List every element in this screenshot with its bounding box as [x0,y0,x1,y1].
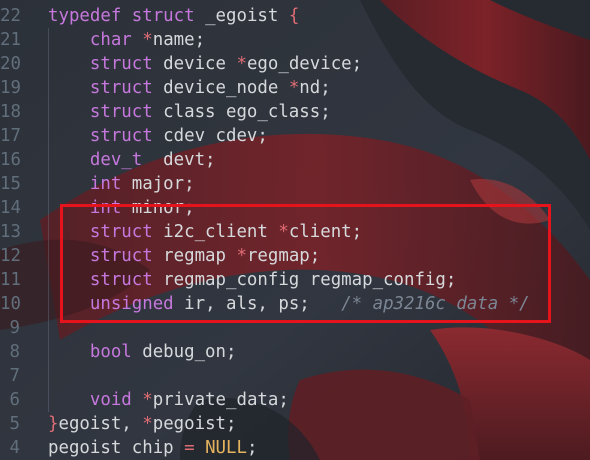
code-token: ; [246,438,258,458]
code-token: struct [48,126,164,146]
code-token: struct [48,78,164,98]
code-line[interactable]: 16 dev_t devt; [0,148,590,172]
code-token: name; [152,30,206,50]
code-text: struct device *ego_device; [48,52,362,76]
line-number: 4 [9,438,20,458]
code-line[interactable]: 21 char *name; [0,28,590,52]
line-number: 8 [9,342,20,362]
line-number: 7 [9,366,20,386]
code-token: struct [48,102,164,122]
code-token: typedef [48,6,132,26]
code-token: device [163,54,237,74]
code-token: } [48,414,59,434]
code-token: pegoist; [152,414,237,434]
code-token: pegoist chip [48,438,185,458]
line-number: 19 [0,78,21,98]
code-text: struct cdev cdev; [48,124,268,148]
code-line[interactable]: 6 void *private_data; [0,388,590,412]
code-text: struct class ego_class; [48,100,331,124]
line-number: 22 [0,6,21,26]
line-number: 9 [9,318,20,338]
indent-guide [48,364,49,388]
code-text: bool debug_on; [48,340,237,364]
code-token: * [236,54,247,74]
code-line[interactable]: 15 int major; [0,172,590,196]
code-token: major; [131,174,195,194]
code-token: ego_device; [246,54,363,74]
code-text: typedef struct _egoist { [48,4,299,28]
code-token: devt; [152,150,216,170]
code-token: class ego_class; [163,102,331,122]
line-number: 14 [0,198,21,218]
code-text: char *name; [48,28,205,52]
code-token: struct [131,6,206,26]
code-line[interactable]: 19 struct device_node *nd; [0,76,590,100]
code-token: struct [48,54,164,74]
code-token: egoist, [58,414,143,434]
code-token: debug_on; [142,342,237,362]
code-token: bool [48,342,143,362]
code-line[interactable]: 7 [0,364,590,388]
line-number: 13 [0,222,21,242]
code-token: = [184,438,206,458]
code-token: device_node [163,78,289,98]
line-number: 15 [0,174,21,194]
line-number: 17 [0,126,21,146]
code-token: private_data; [152,390,289,410]
line-number: 16 [0,150,21,170]
line-number: 11 [0,270,21,290]
code-text: struct device_node *nd; [48,76,331,100]
code-token: nd; [299,78,331,98]
code-line[interactable]: 5}egoist, *pegoist; [0,412,590,436]
code-line[interactable]: 22 typedef struct _egoist { [0,4,590,28]
code-token: { [288,6,300,26]
code-token: * [142,390,153,410]
code-token: * [288,78,300,98]
code-token: * [142,414,153,434]
code-text: }egoist, *pegoist; [48,412,237,436]
code-line[interactable]: 20 struct device *ego_device; [0,52,590,76]
code-token: cdev cdev; [163,126,268,146]
code-line[interactable]: 18 struct class ego_class; [0,100,590,124]
line-number: 18 [0,102,21,122]
code-line[interactable]: 17 struct cdev cdev; [0,124,590,148]
code-text: void *private_data; [48,388,289,412]
line-number: 5 [9,414,20,434]
code-token: _egoist [205,6,289,26]
code-token: * [142,30,153,50]
line-number: 21 [0,30,21,50]
code-line[interactable]: 8 bool debug_on; [0,340,590,364]
highlight-annotation-box [60,204,551,323]
code-text: pegoist chip = NULL; [48,436,257,460]
line-number: 10 [0,294,21,314]
code-text: dev_t devt; [48,148,216,172]
code-token: dev_t [48,150,153,170]
code-token: int [48,174,132,194]
indent-guide [48,316,49,340]
code-token: char [48,30,143,50]
code-line[interactable]: 4 pegoist chip = NULL; [0,436,590,460]
line-number: 6 [9,390,20,410]
code-text: int major; [48,172,195,196]
line-number: 20 [0,54,21,74]
line-number: 12 [0,246,21,266]
code-token: void [48,390,143,410]
code-token: NULL [205,438,247,458]
